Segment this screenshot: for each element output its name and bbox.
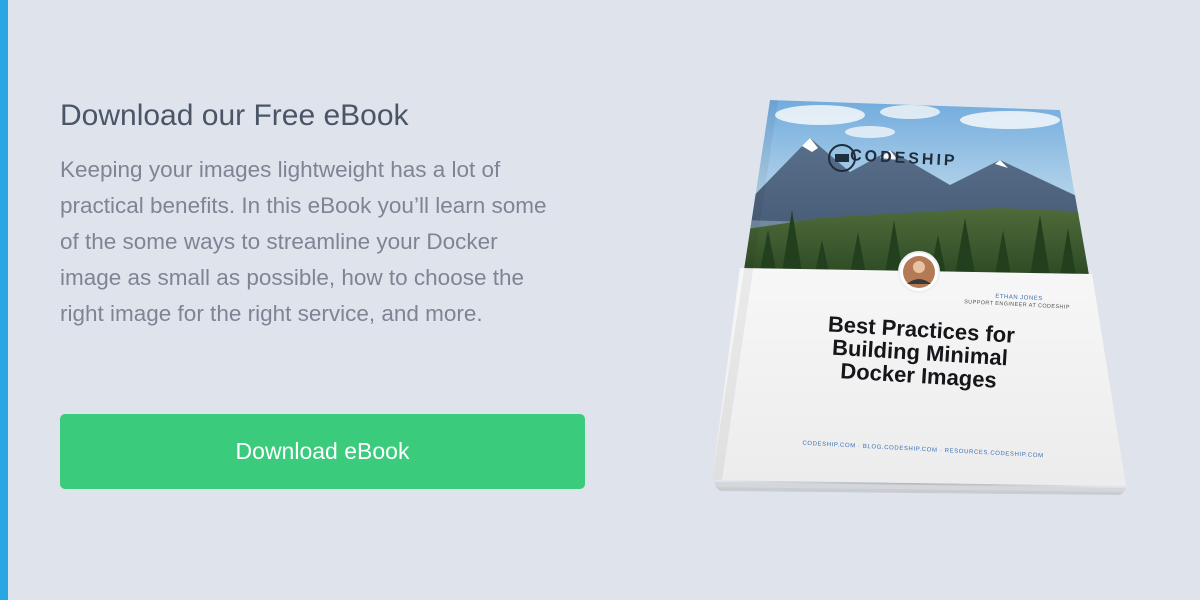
ebook-cover-image: CODESHIP ETHAN JONES SUPPORT ENGINEER AT… bbox=[700, 90, 1150, 510]
download-ebook-button[interactable]: Download eBook bbox=[60, 414, 585, 489]
accent-bar bbox=[0, 0, 8, 600]
ebook-promo-card: Download our Free eBook Keeping your ima… bbox=[0, 0, 1200, 600]
promo-text-block: Download our Free eBook Keeping your ima… bbox=[60, 98, 560, 332]
promo-title: Download our Free eBook bbox=[60, 99, 409, 132]
promo-description: Keeping your images lightweight has a lo… bbox=[60, 157, 547, 326]
